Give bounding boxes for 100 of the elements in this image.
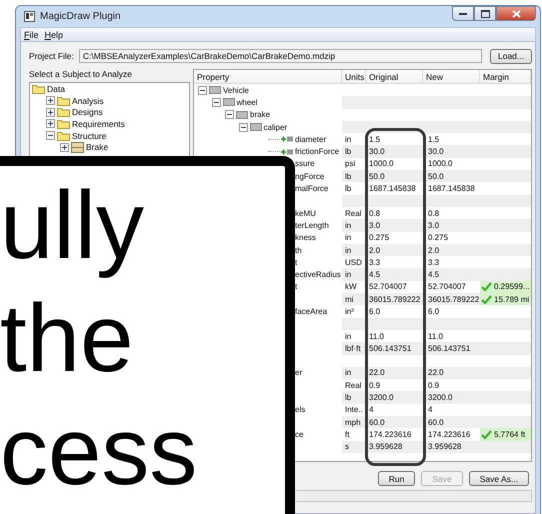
table-cell-text: 6.0 [368, 306, 382, 318]
table-cell [480, 318, 531, 330]
tree-item[interactable]: Data [47, 84, 65, 94]
project-file-field[interactable]: C:\MBSEAnalyzerExamples\CarBrakeDemo\CarBrakeDemo.mdzip [78, 49, 482, 63]
table-cell [480, 219, 531, 232]
table-cell [480, 96, 531, 109]
table-cell: 3.959628 [366, 440, 423, 453]
tree-item[interactable]: Brake [86, 142, 108, 152]
action-button[interactable]: Run [378, 471, 416, 486]
collapse-icon[interactable] [198, 86, 207, 95]
expand-icon[interactable] [46, 96, 55, 106]
property-name: th [295, 246, 302, 254]
tree-item[interactable]: Analysis [72, 96, 104, 106]
part-icon [236, 110, 248, 119]
menu-item[interactable]: File [24, 30, 39, 40]
check-icon [481, 282, 492, 292]
table-cell: in [342, 219, 366, 232]
maximize-button[interactable] [474, 6, 496, 21]
tree-item[interactable]: Structure [72, 130, 106, 141]
table-cell-text: 1687.145838 [427, 183, 476, 195]
folder-icon [57, 96, 70, 106]
table-cell-text: 52.704007 [427, 281, 467, 294]
table-cell: 4.5 [423, 268, 480, 281]
collapse-icon[interactable] [212, 98, 220, 107]
table-cell: 50.0 [366, 170, 423, 182]
table-cell-text: psi [344, 158, 356, 170]
check-icon [481, 430, 492, 439]
tree-item[interactable]: Designs [72, 107, 103, 118]
part-icon [250, 123, 262, 132]
table-cell-text: 52.704007 [368, 281, 408, 294]
table-cell-text: 0.275 [427, 232, 450, 244]
property-name: ssure [295, 159, 315, 168]
table-cell [480, 416, 531, 428]
table-cell: 506.143751 [423, 342, 480, 355]
table-cell-text: ft [344, 428, 350, 441]
column-header[interactable]: New [423, 70, 480, 83]
tree-item[interactable]: Requirements [72, 118, 125, 129]
property-name: malForce [295, 184, 328, 194]
expand-icon[interactable] [60, 142, 69, 152]
column-header[interactable]: Property [194, 70, 342, 83]
property-name: brake [250, 110, 270, 120]
table-cell-text: 1000.0 [368, 158, 394, 170]
property-name: ce [295, 430, 304, 439]
table-cell: 50.0 [423, 170, 480, 182]
property-name: kness [295, 233, 316, 242]
table-cell-text: Inte.. [344, 404, 364, 416]
table-cell: 36015.789222 [366, 293, 423, 306]
table-cell [480, 342, 531, 355]
table-cell: mi [342, 293, 366, 306]
table-cell-text: in [344, 232, 352, 244]
table-cell: 4.5 [366, 268, 423, 281]
check-icon [481, 294, 492, 304]
property-name: er [295, 368, 302, 378]
table-cell [423, 318, 480, 330]
table-cell-text: 4 [427, 404, 434, 416]
table-cell: in [342, 268, 366, 281]
column-header[interactable]: Units [342, 70, 366, 83]
table-cell: 22.0 [366, 366, 423, 380]
property-name: t [295, 258, 298, 267]
table-cell-text: 0.9 [368, 380, 382, 392]
collapse-icon[interactable] [238, 122, 248, 132]
table-cell [342, 194, 366, 207]
table-cell: lb [342, 145, 366, 158]
table-cell-text: kW [344, 281, 358, 294]
property-name: Vehicle [223, 86, 249, 95]
menu-item[interactable]: Help [44, 30, 64, 40]
column-header[interactable]: Margin [480, 70, 531, 83]
table-cell: 3200.0 [366, 391, 423, 404]
table-cell: 3.0 [423, 219, 480, 232]
table-cell [480, 391, 531, 404]
load-button[interactable]: Load... [490, 48, 532, 64]
collapse-icon[interactable] [46, 131, 55, 140]
action-button[interactable]: Save As... [468, 471, 529, 486]
collapse-icon[interactable] [225, 110, 234, 120]
table-cell [423, 194, 480, 207]
callout-text: the [0, 289, 134, 389]
table-cell: 506.143751 [366, 342, 423, 355]
table-cell-text: Real [344, 208, 362, 220]
table-cell: mph [342, 416, 366, 428]
table-cell-text: USD [344, 256, 363, 268]
close-button[interactable] [496, 6, 536, 21]
app-icon [24, 11, 35, 22]
table-cell-text: Real [344, 380, 362, 392]
minimize-button[interactable] [452, 6, 474, 21]
table-cell [366, 194, 423, 207]
column-header[interactable]: Original [366, 70, 423, 83]
table-cell: 60.0 [423, 416, 480, 428]
part-icon [222, 98, 234, 106]
table-cell: in [342, 366, 366, 380]
maximize-icon [480, 10, 490, 18]
table-cell-text: 0.8 [427, 208, 440, 220]
table-cell: 36015.789222 [423, 293, 480, 306]
table-cell [480, 194, 531, 207]
expand-icon[interactable] [46, 119, 55, 128]
expand-icon[interactable] [46, 108, 55, 117]
part-icon [209, 86, 221, 94]
table-cell: lb [342, 170, 366, 182]
table-cell-text: 11.0 [368, 330, 385, 342]
table-cell [480, 268, 531, 281]
property-name: faceArea [295, 306, 328, 316]
